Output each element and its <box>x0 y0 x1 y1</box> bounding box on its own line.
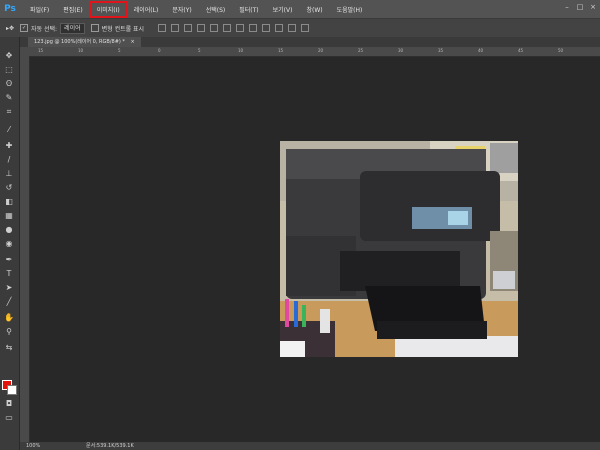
swap-colors-icon[interactable]: ⇆ <box>4 343 14 352</box>
close-icon[interactable]: × <box>588 2 598 12</box>
quick-mask-icon[interactable]: ◘ <box>4 399 14 408</box>
clone-stamp-tool-icon[interactable]: ⊥ <box>4 169 14 178</box>
minimize-icon[interactable]: – <box>562 2 572 12</box>
healing-brush-tool-icon[interactable]: ✚ <box>4 141 14 150</box>
hand-tool-icon[interactable]: ✋ <box>4 313 14 322</box>
align-right-icon[interactable] <box>223 24 232 32</box>
document-tab-title: 123.jpg @ 100%(레이어 0, RGB/8#) * <box>34 39 125 45</box>
show-transform-option[interactable]: 변형 컨트롤 표시 <box>90 24 145 33</box>
menu-help[interactable]: 도움말(H) <box>332 3 368 16</box>
auto-select-label: 자동 선택: <box>31 25 58 33</box>
menu-type[interactable]: 문자(Y) <box>167 3 196 16</box>
horizontal-ruler: 15 10 5 0 5 10 15 20 25 30 35 40 45 50 <box>20 47 600 57</box>
distribute-top-icon[interactable] <box>236 24 245 32</box>
move-tool-icon[interactable]: ✥ <box>4 51 14 60</box>
ruler-tick: 50 <box>558 48 564 53</box>
marquee-tool-icon[interactable]: ⬚ <box>4 65 14 74</box>
menu-edit[interactable]: 편집(E) <box>58 3 88 16</box>
align-hcenter-icon[interactable] <box>210 24 219 32</box>
distribute-left-icon[interactable] <box>275 24 284 32</box>
menu-window[interactable]: 창(W) <box>301 3 327 16</box>
gradient-tool-icon[interactable]: ▦ <box>4 211 14 220</box>
window-controls: – □ × <box>562 2 598 12</box>
align-top-icon[interactable] <box>158 24 167 32</box>
auto-select-checkbox[interactable]: ✓ <box>20 24 29 32</box>
ruler-tick: 30 <box>398 48 404 53</box>
quick-select-tool-icon[interactable]: ✎ <box>4 93 14 102</box>
menu-view[interactable]: 보기(V) <box>268 3 298 16</box>
auto-select-dropdown[interactable]: 레이어 <box>60 22 85 34</box>
ruler-tick: 5 <box>198 48 201 53</box>
menu-file[interactable]: 파일(F) <box>25 3 54 16</box>
type-tool-icon[interactable]: T <box>4 269 14 278</box>
lasso-tool-icon[interactable]: ʘ <box>4 79 14 88</box>
dodge-tool-icon[interactable]: ◉ <box>4 239 14 248</box>
align-left-icon[interactable] <box>197 24 206 32</box>
brush-tool-icon[interactable]: / <box>4 155 14 164</box>
path-select-tool-icon[interactable]: ➤ <box>4 283 14 292</box>
screen-mode-icon[interactable]: ▭ <box>4 413 14 422</box>
zoom-tool-icon[interactable]: ⚲ <box>4 327 14 336</box>
distribute-vcenter-icon[interactable] <box>249 24 258 32</box>
menu-image[interactable]: 이미지(I) <box>89 0 127 18</box>
document-info: 문서:539.1K/539.1K <box>86 443 134 449</box>
ruler-tick: 5 <box>118 48 121 53</box>
history-brush-tool-icon[interactable]: ↺ <box>4 183 14 192</box>
background-color-swatch[interactable] <box>7 385 17 395</box>
document-image[interactable] <box>280 141 518 357</box>
auto-select-option[interactable]: ✓ 자동 선택: 레이어 <box>20 22 85 34</box>
document-tab[interactable]: 123.jpg @ 100%(레이어 0, RGB/8#) * × <box>28 37 141 47</box>
menu-select[interactable]: 선택(S) <box>201 3 231 16</box>
show-transform-checkbox[interactable] <box>90 24 99 32</box>
align-bottom-icon[interactable] <box>184 24 193 32</box>
eyedropper-tool-icon[interactable]: ⁄ <box>4 125 14 134</box>
document-tab-bar: 123.jpg @ 100%(레이어 0, RGB/8#) * × <box>20 37 600 47</box>
crop-tool-icon[interactable]: ⌗ <box>4 107 14 116</box>
close-tab-icon[interactable]: × <box>131 39 135 45</box>
blur-tool-icon[interactable]: ● <box>4 225 14 234</box>
vertical-ruler <box>20 56 30 442</box>
menu-layer[interactable]: 레이어(L) <box>129 3 164 16</box>
align-buttons <box>158 24 310 32</box>
options-bar: ▸✥ ✓ 자동 선택: 레이어 변형 컨트롤 표시 <box>0 19 600 38</box>
photoshop-logo: Ps <box>4 4 16 14</box>
menu-bar: Ps 파일(F) 편집(E) 이미지(I) 레이어(L) 문자(Y) 선택(S)… <box>0 0 600 19</box>
align-vcenter-icon[interactable] <box>171 24 180 32</box>
distribute-right-icon[interactable] <box>301 24 310 32</box>
ruler-tick: 45 <box>518 48 524 53</box>
ruler-tick: 10 <box>78 48 84 53</box>
move-tool-preset[interactable]: ▸✥ <box>6 25 14 32</box>
shape-tool-icon[interactable]: ╱ <box>4 297 14 306</box>
move-tool-icon: ▸✥ <box>6 24 15 32</box>
pen-tool-icon[interactable]: ✒ <box>4 255 14 264</box>
ruler-tick: 15 <box>278 48 284 53</box>
show-transform-label: 변형 컨트롤 표시 <box>101 25 145 33</box>
ruler-tick: 35 <box>438 48 444 53</box>
maximize-icon[interactable]: □ <box>575 2 585 12</box>
printer-photo <box>280 141 518 357</box>
distribute-bottom-icon[interactable] <box>262 24 271 32</box>
ruler-tick: 10 <box>238 48 244 53</box>
ruler-tick: 15 <box>38 48 44 53</box>
ruler-tick: 25 <box>358 48 364 53</box>
tools-panel: ✥ ⬚ ʘ ✎ ⌗ ⁄ ✚ / ⊥ ↺ ◧ ▦ ● ◉ ✒ T ➤ ╱ ✋ ⚲ … <box>0 37 20 450</box>
distribute-hcenter-icon[interactable] <box>288 24 297 32</box>
menu-filter[interactable]: 필터(T) <box>234 3 263 16</box>
status-bar: 100% 문서:539.1K/539.1K <box>20 442 600 450</box>
eraser-tool-icon[interactable]: ◧ <box>4 197 14 206</box>
ruler-tick: 40 <box>478 48 484 53</box>
ruler-tick: 20 <box>318 48 324 53</box>
zoom-level[interactable]: 100% <box>26 442 40 450</box>
ruler-tick: 0 <box>158 48 161 53</box>
